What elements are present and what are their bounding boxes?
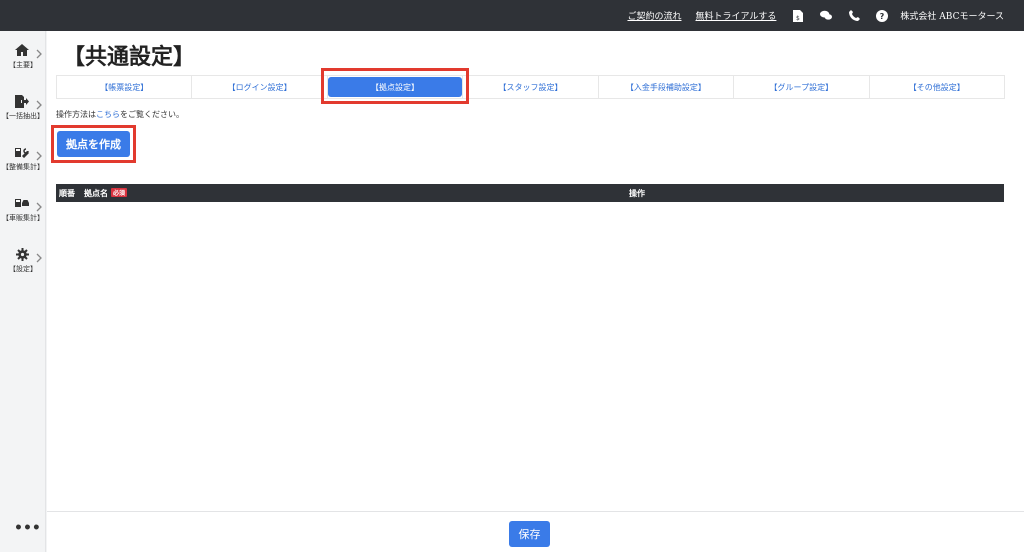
chevron-right-icon: [35, 197, 43, 212]
highlight-box: [321, 68, 469, 104]
phone-icon[interactable]: [848, 10, 860, 22]
sidebar: 【主要】 【一括抽出】 【整備集計】 【車販集計】 【設定】 •••: [0, 31, 46, 552]
tab-staff[interactable]: 【スタッフ設定】: [462, 75, 599, 99]
chevron-right-icon: [35, 146, 43, 161]
maintenance-icon: [14, 145, 30, 159]
export-icon: [14, 94, 30, 108]
chevron-right-icon: [35, 44, 43, 59]
more-menu-icon[interactable]: •••: [14, 520, 41, 536]
contract-flow-link[interactable]: ご契約の流れ: [627, 9, 681, 22]
svg-text:?: ?: [880, 12, 885, 21]
tab-payment-method[interactable]: 【入金手段補助設定】: [597, 75, 735, 99]
table-header: 順番 拠点名 必須 操作: [56, 184, 1004, 202]
highlight-box: [51, 125, 136, 163]
required-badge: 必須: [111, 188, 128, 197]
chevron-right-icon: [35, 95, 43, 110]
save-button[interactable]: 保存: [509, 521, 550, 547]
car-sales-icon: [14, 196, 30, 210]
tab-login[interactable]: 【ログイン設定】: [191, 75, 328, 99]
tab-group[interactable]: 【グループ設定】: [733, 75, 870, 99]
tab-forms[interactable]: 【帳票設定】: [56, 75, 193, 99]
sidebar-item-label: 【設定】: [9, 265, 37, 273]
settings-tabs: 【帳票設定】 【ログイン設定】 【拠点設定】 【スタッフ設定】 【入金手段補助設…: [56, 75, 1005, 99]
svg-text:$: $: [796, 15, 800, 22]
help-link[interactable]: こちら: [96, 110, 120, 119]
sidebar-item-main[interactable]: 【主要】: [0, 43, 46, 91]
page-title: 【共通設定】: [63, 44, 196, 70]
help-icon[interactable]: ?: [876, 9, 889, 22]
sidebar-item-label: 【一括抽出】: [2, 112, 44, 120]
free-trial-link[interactable]: 無料トライアルする: [696, 9, 777, 22]
sidebar-item-export[interactable]: 【一括抽出】: [0, 94, 46, 142]
sidebar-item-label: 【車販集計】: [2, 214, 44, 222]
home-icon: [14, 43, 30, 57]
tab-other[interactable]: 【その他設定】: [868, 75, 1005, 99]
gear-icon: [14, 247, 30, 261]
chat-icon[interactable]: [820, 10, 833, 22]
footer-bar: 保存: [47, 511, 1024, 552]
sidebar-item-maintenance[interactable]: 【整備集計】: [0, 145, 46, 193]
column-order: 順番: [59, 188, 75, 198]
column-branch-name: 拠点名 必須: [84, 188, 128, 198]
sidebar-item-label: 【整備集計】: [2, 163, 44, 171]
sidebar-item-label: 【主要】: [9, 61, 37, 69]
chevron-right-icon: [35, 248, 43, 263]
document-yen-icon[interactable]: $: [792, 9, 804, 22]
top-bar: ご契約の流れ 無料トライアルする $ ? 株式会社 ABCモータース: [0, 0, 1024, 31]
sidebar-item-car-sales[interactable]: 【車販集計】: [0, 196, 46, 244]
help-text: 操作方法はこちらをご覧ください。: [56, 110, 184, 119]
column-action: 操作: [629, 188, 645, 198]
main-content: 【共通設定】 【帳票設定】 【ログイン設定】 【拠点設定】 【スタッフ設定】 【…: [47, 31, 1024, 511]
company-name: 株式会社 ABCモータース: [900, 12, 1004, 22]
sidebar-item-settings[interactable]: 【設定】: [0, 247, 46, 295]
